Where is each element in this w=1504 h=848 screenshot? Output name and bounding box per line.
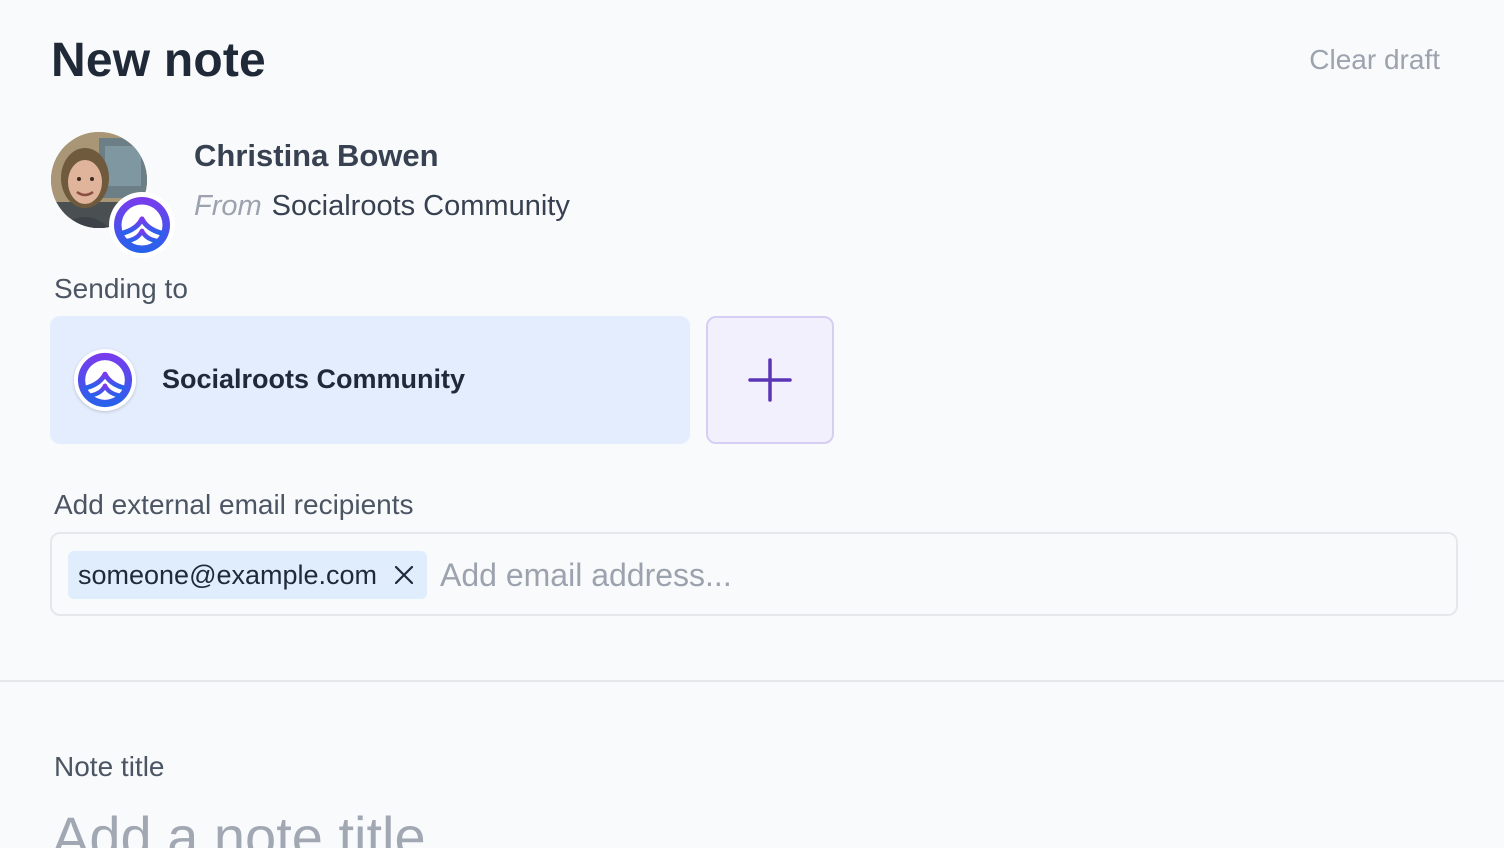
author-organization: Socialroots Community xyxy=(271,190,570,222)
from-label: From xyxy=(194,190,262,222)
email-recipients-field[interactable]: someone@example.com xyxy=(50,532,1458,616)
email-chip: someone@example.com xyxy=(68,551,428,599)
note-title-input[interactable] xyxy=(52,796,1452,848)
recipient-card[interactable]: Socialroots Community xyxy=(50,316,690,444)
add-recipient-button[interactable] xyxy=(706,316,834,444)
recipient-avatar xyxy=(74,349,136,411)
clear-draft-button[interactable]: Clear draft xyxy=(1309,44,1440,76)
plus-icon xyxy=(748,358,792,402)
author-section: Christina Bowen From Socialroots Communit… xyxy=(51,132,751,262)
page-title: New note xyxy=(51,34,266,87)
new-note-page: New note Clear draft Christina Bowen Fro… xyxy=(0,0,1504,848)
divider xyxy=(0,680,1504,682)
email-input[interactable] xyxy=(440,548,1420,602)
author-name: Christina Bowen xyxy=(194,138,439,173)
author-from: From Socialroots Community xyxy=(194,190,570,223)
close-icon xyxy=(394,565,414,585)
email-chip-text: someone@example.com xyxy=(78,559,378,590)
socialroots-logo-icon xyxy=(76,351,134,409)
sending-to-label: Sending to xyxy=(54,273,188,304)
recipient-name: Socialroots Community xyxy=(162,364,466,394)
organization-badge xyxy=(109,192,175,258)
socialroots-logo-icon xyxy=(112,195,172,255)
note-title-label: Note title xyxy=(54,751,165,782)
external-email-label: Add external email recipients xyxy=(54,489,414,520)
chip-remove-button[interactable] xyxy=(391,562,417,588)
